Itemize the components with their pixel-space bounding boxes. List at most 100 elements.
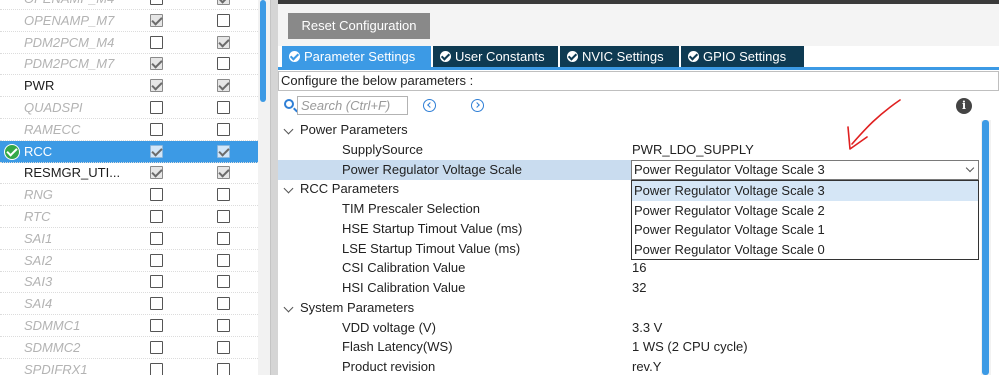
- checked-checkbox-cortex-m7[interactable]: [150, 57, 163, 71]
- checked-checkbox-cortex-m7[interactable]: [150, 166, 163, 180]
- unchecked-checkbox-cortex-m7[interactable]: [150, 340, 163, 354]
- parameter-scroll-thumb[interactable]: [982, 120, 989, 375]
- parameter-row[interactable]: HSI Calibration Value 32: [278, 278, 978, 298]
- tab-bar: Parameter Settings User Constants NVIC S…: [278, 46, 999, 67]
- unchecked-checkbox-cortex-m4[interactable]: [217, 210, 230, 223]
- unchecked-checkbox-cortex-m4[interactable]: [217, 297, 230, 311]
- voltage-scale-option[interactable]: Power Regulator Voltage Scale 2: [632, 201, 978, 221]
- checked-checkbox-cortex-m4[interactable]: [217, 166, 230, 180]
- component-name: RAMECC: [24, 121, 81, 137]
- search-next-button[interactable]: [471, 99, 484, 112]
- component-row[interactable]: SAI4: [0, 293, 258, 316]
- check-circle-icon: [440, 51, 451, 62]
- search-input[interactable]: [297, 96, 408, 115]
- component-row[interactable]: SPDIFRX1: [0, 359, 258, 375]
- voltage-scale-option[interactable]: Power Regulator Voltage Scale 3: [632, 181, 978, 201]
- unchecked-checkbox-cortex-m7[interactable]: [150, 35, 163, 49]
- panel-splitter[interactable]: [270, 0, 278, 375]
- component-row[interactable]: SAI1: [0, 228, 258, 250]
- parameter-row[interactable]: VDD voltage (V) 3.3 V: [278, 318, 978, 338]
- unchecked-checkbox-cortex-m4[interactable]: [217, 253, 230, 267]
- checked-checkbox-cortex-m4[interactable]: [217, 0, 230, 5]
- component-row[interactable]: RTC: [0, 206, 258, 228]
- tab-label: Parameter Settings: [304, 49, 416, 64]
- unchecked-checkbox-cortex-m4[interactable]: [217, 57, 230, 71]
- unchecked-checkbox-cortex-m7[interactable]: [150, 0, 163, 5]
- unchecked-checkbox-cortex-m7[interactable]: [150, 319, 163, 332]
- component-list-scroll-thumb[interactable]: [260, 0, 266, 102]
- component-name: QUADSPI: [24, 100, 83, 115]
- unchecked-checkbox-cortex-m4[interactable]: [217, 340, 230, 354]
- unchecked-checkbox-cortex-m7[interactable]: [150, 362, 163, 375]
- component-row[interactable]: RAMECC: [0, 119, 258, 141]
- check-circle-icon: [688, 51, 699, 62]
- parameter-row[interactable]: Product revision rev.Y: [278, 357, 978, 375]
- unchecked-checkbox-cortex-m4[interactable]: [217, 319, 230, 332]
- component-row[interactable]: SAI2: [0, 250, 258, 272]
- parameter-scrollbar[interactable]: [981, 120, 991, 375]
- parameter-group-header[interactable]: Power Parameters: [278, 120, 978, 140]
- unchecked-checkbox-cortex-m7[interactable]: [150, 297, 163, 311]
- component-row[interactable]: RCC: [0, 140, 258, 163]
- info-icon[interactable]: i: [956, 98, 972, 114]
- checked-checkbox-cortex-m7[interactable]: [150, 13, 163, 27]
- unchecked-checkbox-cortex-m4[interactable]: [217, 231, 230, 245]
- component-row[interactable]: PDM2PCM_M7: [0, 53, 258, 76]
- unchecked-checkbox-cortex-m4[interactable]: [217, 13, 230, 27]
- parameter-row[interactable]: CSI Calibration Value 16: [278, 258, 978, 278]
- parameter-label: Product revision: [342, 359, 436, 374]
- unchecked-checkbox-cortex-m7[interactable]: [150, 253, 163, 267]
- component-row[interactable]: SDMMC1: [0, 315, 258, 337]
- component-name: SAI3: [24, 274, 53, 290]
- parameter-value: rev.Y: [632, 359, 662, 374]
- component-row[interactable]: SDMMC2: [0, 337, 258, 359]
- checked-checkbox-cortex-m4[interactable]: [217, 79, 230, 93]
- component-name: SDMMC2: [24, 339, 81, 355]
- checked-checkbox-cortex-m4[interactable]: [217, 35, 230, 49]
- component-row[interactable]: OPENAMP_M4: [0, 0, 258, 10]
- search-previous-button[interactable]: [423, 99, 436, 112]
- voltage-scale-option[interactable]: Power Regulator Voltage Scale 0: [632, 240, 978, 260]
- parameter-label: LSE Startup Timout Value (ms): [342, 240, 521, 256]
- unchecked-checkbox-cortex-m7[interactable]: [150, 101, 163, 114]
- parameter-group-header[interactable]: System Parameters: [278, 298, 978, 318]
- checked-checkbox-cortex-m4[interactable]: [217, 144, 230, 158]
- component-row[interactable]: SAI3: [0, 271, 258, 294]
- component-row[interactable]: PDM2PCM_M4: [0, 32, 258, 54]
- component-row[interactable]: PWR: [0, 75, 258, 98]
- checked-checkbox-cortex-m7[interactable]: [150, 79, 163, 93]
- chevron-down-icon: [283, 124, 294, 135]
- component-row[interactable]: RESMGR_UTI...: [0, 162, 258, 185]
- unchecked-checkbox-cortex-m4[interactable]: [217, 275, 230, 289]
- tab-user-constants[interactable]: User Constants: [433, 46, 558, 67]
- unchecked-checkbox-cortex-m7[interactable]: [150, 231, 163, 245]
- app-window: OPENAMP_M4 OPENAMP_M7 PDM2PCM_M4 PDM2PCM_M7…: [0, 0, 999, 375]
- unchecked-checkbox-cortex-m4[interactable]: [217, 101, 230, 114]
- unchecked-checkbox-cortex-m7[interactable]: [150, 188, 163, 202]
- tab-nvic-settings[interactable]: NVIC Settings: [560, 46, 679, 67]
- unchecked-checkbox-cortex-m4[interactable]: [217, 188, 230, 202]
- unchecked-checkbox-cortex-m7[interactable]: [150, 275, 163, 289]
- voltage-scale-option[interactable]: Power Regulator Voltage Scale 1: [632, 220, 978, 240]
- parameter-label: SupplySource: [342, 141, 423, 157]
- component-row[interactable]: OPENAMP_M7: [0, 10, 258, 32]
- unchecked-checkbox-cortex-m4[interactable]: [217, 122, 230, 136]
- unchecked-checkbox-cortex-m7[interactable]: [150, 122, 163, 136]
- unchecked-checkbox-cortex-m4[interactable]: [217, 362, 230, 375]
- parameter-row[interactable]: SupplySource PWR_LDO_SUPPLY: [278, 140, 978, 160]
- component-row[interactable]: RNG: [0, 184, 258, 207]
- unchecked-checkbox-cortex-m7[interactable]: [150, 210, 163, 223]
- component-name: OPENAMP_M7: [24, 12, 115, 28]
- checked-checkbox-cortex-m7[interactable]: [150, 144, 163, 158]
- parameter-row[interactable]: Flash Latency(WS) 1 WS (2 CPU cycle): [278, 337, 978, 357]
- parameter-value: 16: [632, 260, 647, 276]
- chevron-down-icon: [965, 163, 975, 173]
- tab-gpio-settings[interactable]: GPIO Settings: [681, 46, 804, 67]
- component-list-scrollbar[interactable]: [258, 0, 270, 375]
- voltage-scale-select[interactable]: Power Regulator Voltage Scale 3: [631, 160, 979, 180]
- voltage-scale-selected-value: Power Regulator Voltage Scale 3: [634, 162, 825, 177]
- tab-parameter-settings[interactable]: Parameter Settings: [282, 46, 431, 67]
- component-row[interactable]: QUADSPI: [0, 97, 258, 119]
- parameter-value: 3.3 V: [632, 319, 663, 335]
- reset-configuration-button[interactable]: Reset Configuration: [288, 13, 430, 39]
